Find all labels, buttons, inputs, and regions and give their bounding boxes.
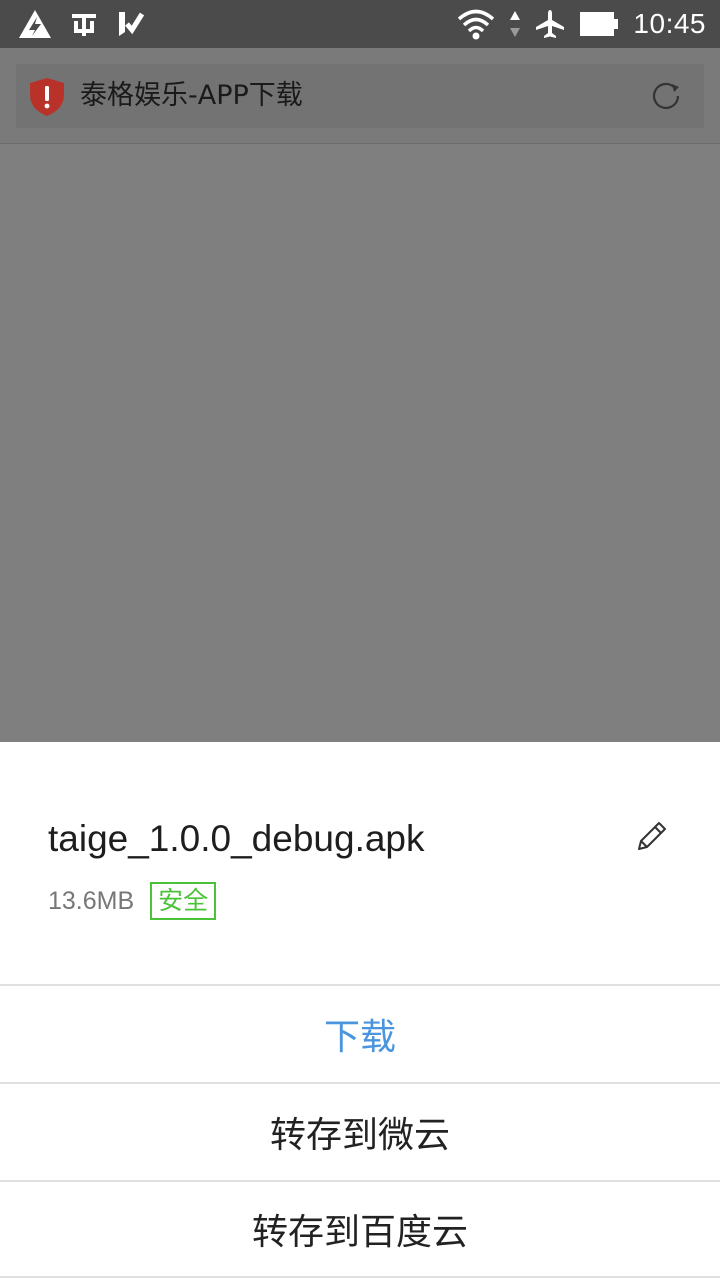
battery-icon — [579, 11, 619, 37]
danger-shield-icon[interactable] — [28, 77, 66, 121]
system-icons: 10:45 — [457, 0, 706, 48]
browser-toolbar: 泰格娱乐-APP下载 — [0, 48, 720, 144]
page-title[interactable]: 泰格娱乐-APP下载 — [80, 64, 303, 128]
safety-badge: 安全 — [150, 882, 217, 920]
file-size: 13.6MB — [48, 886, 135, 915]
pencil-icon — [635, 819, 669, 857]
app-notification-icon — [70, 11, 98, 37]
warning-triangle-icon — [18, 9, 52, 39]
file-meta: 13.6MB 安全 — [48, 882, 217, 920]
download-sheet: taige_1.0.0_debug.apk 13.6MB 安全 下载 转存到微云… — [0, 742, 720, 1280]
vpn-check-icon — [116, 10, 144, 38]
file-name: taige_1.0.0_debug.apk — [48, 818, 425, 859]
save-to-baidu-cloud-button[interactable]: 转存到百度云 — [0, 1180, 720, 1278]
wifi-icon — [457, 8, 495, 40]
refresh-icon[interactable] — [648, 78, 684, 118]
rename-button[interactable] — [632, 818, 672, 858]
download-button[interactable]: 下载 — [0, 984, 720, 1082]
airplane-icon — [535, 9, 565, 39]
save-to-weiyun-button[interactable]: 转存到微云 — [0, 1082, 720, 1180]
status-bar: 10:45 — [0, 0, 720, 48]
notification-icons — [18, 8, 144, 40]
address-bar[interactable]: 泰格娱乐-APP下载 — [16, 64, 704, 128]
status-clock: 10:45 — [633, 8, 706, 39]
data-arrows-icon — [509, 9, 521, 39]
